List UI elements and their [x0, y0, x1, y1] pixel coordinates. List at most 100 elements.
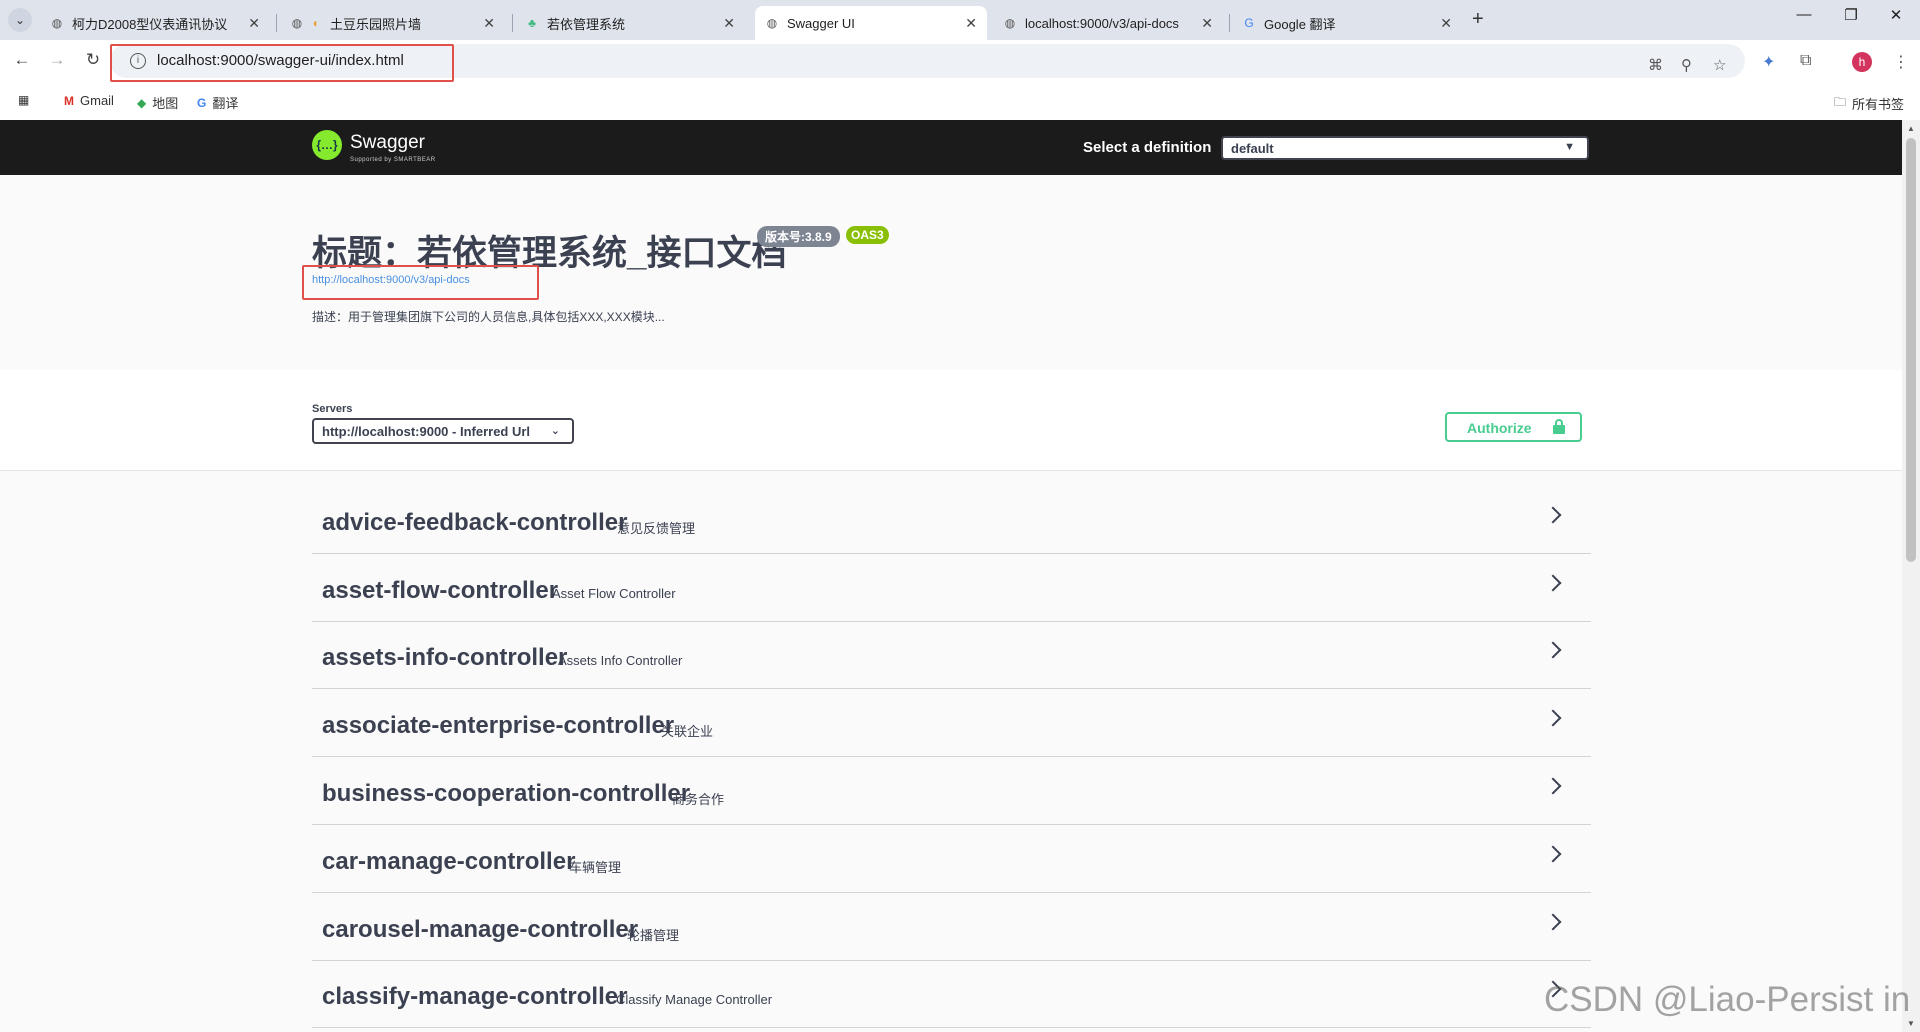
browser-tab[interactable]: ◍ ◖ 土豆乐园照片墙 ✕ — [280, 6, 505, 40]
all-bookmarks-label: 所有书签 — [1852, 97, 1905, 112]
bookmark-label: Gmail — [80, 93, 114, 108]
browser-tab[interactable]: ◍ localhost:9000/v3/api-docs ✕ — [993, 6, 1223, 40]
chevron-right-icon[interactable] — [1544, 574, 1562, 592]
browser-tab[interactable]: G Google 翻译 ✕ — [1232, 6, 1462, 40]
controller-row[interactable]: assets-info-controller Assets Info Contr… — [312, 622, 1591, 689]
translate-icon: G — [197, 95, 207, 110]
zoom-icon[interactable]: ⚲ — [1681, 56, 1692, 74]
apps-grid-icon: ▦ — [18, 93, 30, 107]
controller-row[interactable]: classify-manage-controller Classify Mana… — [312, 961, 1591, 1028]
extension-icon[interactable]: ✦ — [1762, 52, 1775, 72]
controller-name[interactable]: business-cooperation-controller — [322, 780, 690, 808]
globe-icon: ◍ — [1004, 16, 1016, 30]
swagger-logo-icon[interactable]: {…} — [312, 130, 342, 160]
maps-icon: ◆ — [137, 95, 147, 110]
controller-name[interactable]: carousel-manage-controller — [322, 916, 638, 944]
browser-tab-active[interactable]: ◍ Swagger UI ✕ — [755, 6, 987, 40]
chevron-down-icon: ⌄ — [14, 13, 26, 27]
tab-title: 柯力D2008型仪表通讯协议 — [72, 16, 228, 32]
tab-title: Google 翻译 — [1264, 16, 1336, 32]
tab-divider — [1229, 14, 1230, 32]
star-icon[interactable]: ☆ — [1713, 56, 1726, 74]
controller-name[interactable]: advice-feedback-controller — [322, 509, 627, 537]
close-window-button[interactable]: ✕ — [1876, 6, 1916, 24]
globe-icon: ◍ — [291, 16, 303, 30]
controller-name[interactable]: car-manage-controller — [322, 848, 575, 876]
chevron-right-icon[interactable] — [1544, 641, 1562, 659]
controller-row[interactable]: business-cooperation-controller 商务合作 — [312, 758, 1591, 825]
restore-button[interactable]: ❐ — [1831, 6, 1871, 24]
scrollbar-thumb[interactable] — [1906, 138, 1916, 562]
controller-name[interactable]: associate-enterprise-controller — [322, 712, 674, 740]
new-tab-button[interactable]: + — [1472, 8, 1484, 31]
chevron-right-icon[interactable] — [1544, 845, 1562, 863]
controller-row[interactable]: asset-flow-controller Asset Flow Control… — [312, 555, 1591, 622]
controller-name[interactable]: classify-manage-controller — [322, 983, 627, 1011]
chevron-right-icon[interactable] — [1544, 506, 1562, 524]
operations-list: advice-feedback-controller 意见反馈管理 asset-… — [0, 471, 1902, 1032]
close-icon[interactable]: ✕ — [248, 15, 260, 32]
close-icon[interactable]: ✕ — [1440, 15, 1452, 32]
translate-icon: G — [1244, 16, 1254, 30]
close-icon[interactable]: ✕ — [483, 15, 495, 32]
authorize-button[interactable]: Authorize — [1445, 412, 1582, 442]
back-button[interactable]: ← — [11, 50, 33, 70]
bookmark-label: 翻译 — [212, 96, 239, 111]
controller-row[interactable]: car-manage-controller 车辆管理 — [312, 826, 1591, 893]
chevron-right-icon[interactable] — [1544, 913, 1562, 931]
bookmark-maps[interactable]: ◆ 地图 — [137, 93, 178, 112]
swagger-logo-text[interactable]: Swagger — [350, 132, 425, 154]
translate-icon[interactable]: ⌘ — [1648, 56, 1663, 74]
scroll-down-icon[interactable]: ▼ — [1907, 1019, 1915, 1028]
watermark: CSDN @Liao-Persist in — [1544, 980, 1911, 1019]
controller-description: 关联企业 — [661, 724, 714, 739]
scroll-up-icon[interactable]: ▲ — [1907, 124, 1915, 133]
controller-description: 轮播管理 — [627, 928, 680, 943]
controller-name[interactable]: assets-info-controller — [322, 644, 567, 672]
leaf-icon: ♣ — [528, 16, 536, 30]
servers-select[interactable]: http://localhost:9000 - Inferred Url ⌄ — [312, 418, 574, 444]
forward-button[interactable]: → — [46, 50, 68, 70]
page-scrollbar[interactable]: ▲ ▼ — [1902, 120, 1920, 1032]
lock-icon — [1553, 419, 1565, 434]
browser-tab[interactable]: ♣ 若依管理系统 ✕ — [515, 6, 745, 40]
bookmarks-bar: ▦ M Gmail ◆ 地图 G 翻译 🗀 所有书签 — [0, 82, 1920, 121]
bookmark-gmail[interactable]: M Gmail — [64, 93, 114, 108]
controller-row[interactable]: advice-feedback-controller 意见反馈管理 — [312, 487, 1591, 554]
reload-button[interactable]: ↻ — [82, 50, 104, 70]
leaf-icon: ◖ — [311, 16, 319, 30]
controller-name[interactable]: asset-flow-controller — [322, 577, 558, 605]
chevron-right-icon[interactable] — [1544, 777, 1562, 795]
avatar[interactable]: h — [1852, 52, 1872, 72]
chevron-right-icon[interactable] — [1544, 709, 1562, 727]
close-icon[interactable]: ✕ — [1201, 15, 1213, 32]
folder-icon: 🗀 — [1834, 95, 1847, 109]
tab-divider — [276, 14, 277, 32]
controller-row[interactable]: associate-enterprise-controller 关联企业 — [312, 690, 1591, 757]
bookmark-translate[interactable]: G 翻译 — [197, 93, 238, 112]
servers-label: Servers — [312, 403, 353, 415]
puzzle-icon[interactable]: ⧉ — [1800, 52, 1811, 70]
globe-icon: ◍ — [51, 16, 63, 30]
chevron-down-icon: ⌄ — [550, 425, 560, 437]
close-icon[interactable]: ✕ — [965, 15, 977, 32]
minimize-button[interactable]: — — [1784, 6, 1824, 23]
browser-tab[interactable]: ◍ 柯力D2008型仪表通讯协议 ✕ — [40, 6, 270, 40]
reload-icon: ↻ — [85, 50, 101, 69]
all-bookmarks-button[interactable]: 🗀 所有书签 — [1834, 93, 1904, 114]
tab-search-button[interactable]: ⌄ — [8, 8, 32, 32]
controller-description: Assets Info Controller — [558, 653, 683, 668]
tab-divider — [512, 14, 513, 32]
api-description: 描述：用于管理集团旗下公司的人员信息,具体包括XXX,XXX模块... — [312, 310, 665, 324]
arrow-left-icon: ← — [13, 50, 31, 69]
globe-icon: ◍ — [766, 16, 778, 30]
restore-icon: ❐ — [1844, 7, 1858, 24]
definition-select[interactable]: default ▼ — [1221, 136, 1589, 160]
controller-description: 车辆管理 — [569, 860, 622, 875]
close-icon[interactable]: ✕ — [723, 15, 735, 32]
select-definition-label: Select a definition — [1083, 139, 1212, 156]
controller-row[interactable]: carousel-manage-controller 轮播管理 — [312, 894, 1591, 961]
menu-icon[interactable]: ⋮ — [1893, 52, 1909, 72]
controller-description: 商务合作 — [672, 792, 725, 807]
apps-button[interactable]: ▦ — [18, 93, 35, 107]
